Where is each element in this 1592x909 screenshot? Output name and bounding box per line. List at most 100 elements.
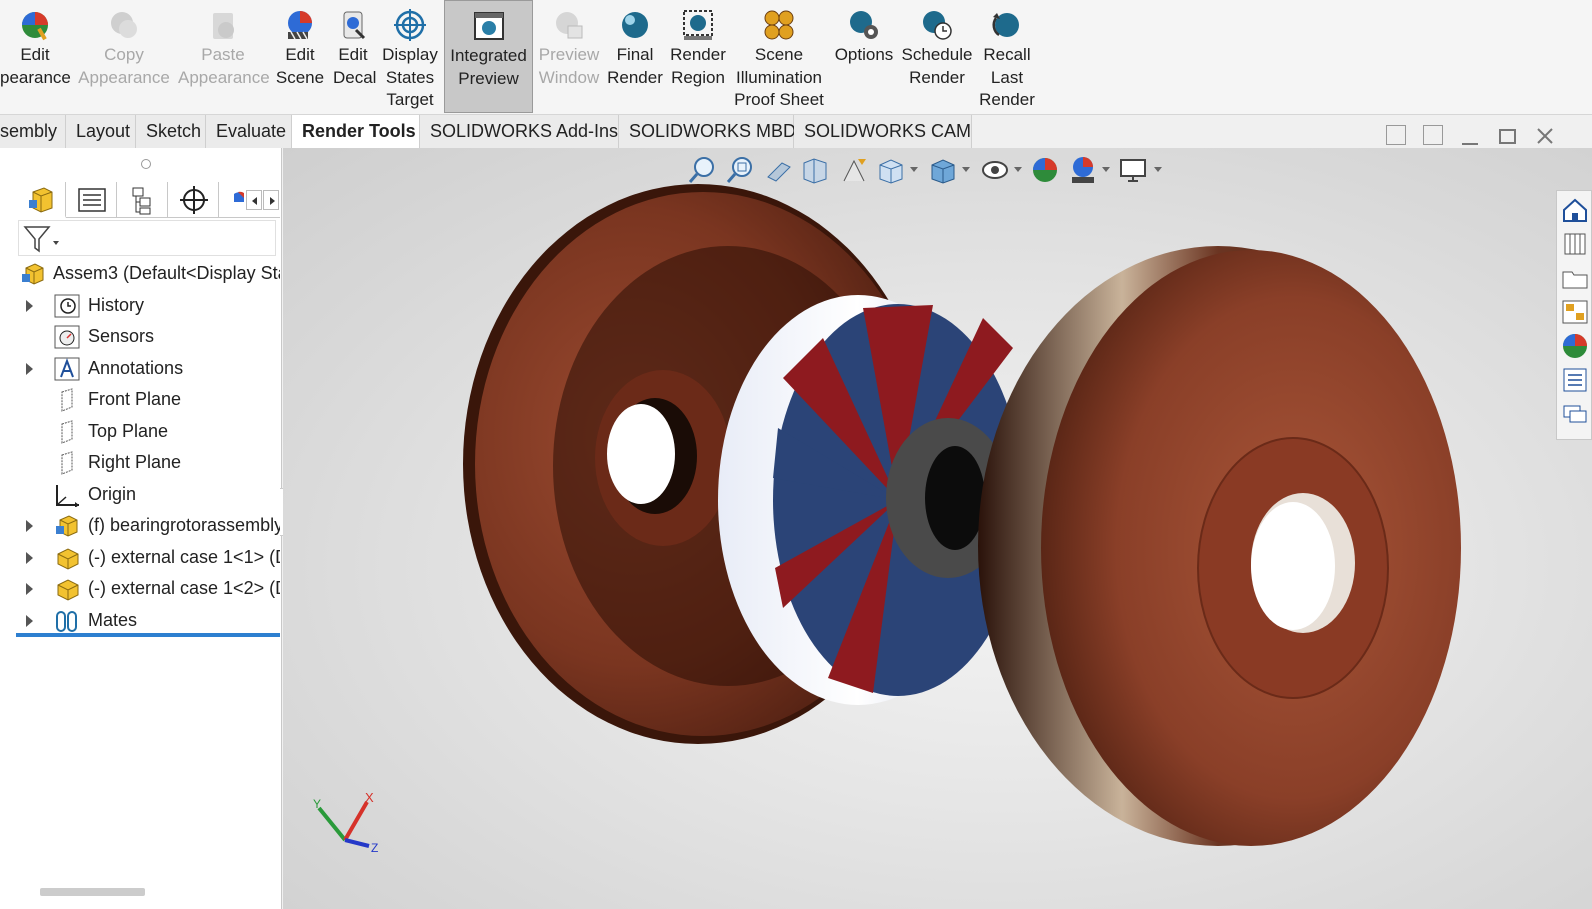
preview-window-icon (552, 8, 586, 42)
edit-decal-icon (336, 8, 370, 42)
tree-item-top-plane[interactable]: Top Plane (16, 416, 280, 447)
edit-scene-icon (283, 8, 317, 42)
preview-window-button[interactable]: Preview Window (537, 0, 601, 113)
tree-item-label: (-) external case 1<1> (D (88, 546, 280, 567)
display-states-target-label-2: States (385, 67, 435, 87)
tree-item-bearingrotorassembly[interactable]: (f) bearingrotorassembly (16, 510, 280, 541)
coordinate-triad: Y X Z (313, 790, 378, 855)
minimize-icon[interactable] (1462, 143, 1478, 145)
display-manager-icon (234, 191, 244, 202)
expand-arrow-icon[interactable] (26, 583, 33, 595)
right-bore (1251, 502, 1335, 630)
render-region-label-2: Region (671, 67, 725, 87)
tab-evaluate[interactable]: Evaluate (206, 115, 292, 148)
appearances-scenes-icon[interactable] (1560, 331, 1590, 361)
tree-item-history[interactable]: History (16, 290, 280, 321)
panel-horizontal-scrollbar[interactable] (40, 888, 145, 896)
tree-root-assem3[interactable]: Assem3 (Default<Display Sta (16, 258, 280, 289)
render-region-button[interactable]: Render Region (668, 0, 728, 113)
scene-illumination-proof-sheet-button[interactable]: Scene Illumination Proof Sheet (733, 0, 825, 113)
configuration-manager-tab[interactable] (118, 182, 168, 218)
custom-properties-icon[interactable] (1560, 365, 1590, 395)
rendered-model[interactable] (283, 148, 1592, 909)
final-render-icon (618, 8, 652, 42)
annotations-icon (54, 357, 80, 381)
graphics-viewport[interactable]: Y X Z (283, 148, 1592, 909)
configuration-manager-icon (132, 187, 151, 215)
schedule-render-icon (920, 8, 954, 42)
tree-item-sensors[interactable]: Sensors (16, 321, 280, 352)
schedule-render-button[interactable]: Schedule Render (901, 0, 973, 113)
tree-item-external-case-1-1[interactable]: (-) external case 1<1> (D (16, 542, 280, 573)
tree-item-mates[interactable]: Mates (16, 605, 280, 636)
display-states-target-button[interactable]: Display States Target (380, 0, 440, 113)
copy-appearance-button[interactable]: Copy Appearance (78, 0, 170, 113)
property-manager-tab[interactable] (67, 182, 117, 218)
paste-appearance-icon (206, 8, 240, 42)
triad-z-axis (344, 838, 370, 848)
view-palette-icon[interactable] (1560, 297, 1590, 327)
triad-x-axis (343, 800, 369, 842)
expand-arrow-icon[interactable] (26, 551, 33, 564)
feature-manager-icon (29, 187, 53, 213)
paste-appearance-button[interactable]: Paste Appearance (178, 0, 270, 113)
tree-item-label: Top Plane (88, 420, 169, 441)
close-icon[interactable] (1535, 126, 1555, 146)
tree-item-origin[interactable]: Origin (16, 479, 280, 510)
restore-icon[interactable] (1499, 129, 1516, 144)
copy-appearance-label: Copy (104, 45, 144, 64)
dimxpert-manager-tab[interactable] (169, 182, 219, 218)
recall-last-render-button[interactable]: Recall Last Render (977, 0, 1037, 113)
edit-scene-button[interactable]: Edit Scene (275, 0, 325, 113)
part-icon (54, 546, 80, 570)
final-render-button[interactable]: Final Render (606, 0, 664, 113)
tree-item-label: (f) bearingrotorassembly (88, 515, 280, 535)
tab-solidworks-add-ins[interactable]: SOLIDWORKS Add-Ins (420, 115, 619, 148)
schedule-render-label: Schedule (901, 45, 973, 64)
tree-filter[interactable] (18, 220, 276, 256)
render-region-icon (681, 8, 715, 42)
expand-arrow-icon[interactable] (26, 614, 33, 627)
tab-layout[interactable]: Layout (66, 115, 136, 148)
tab-render-tools[interactable]: Render Tools (292, 115, 420, 148)
tree-item-right-plane[interactable]: Right Plane (16, 447, 280, 478)
triad-y-label: Y (313, 797, 321, 811)
tab-scroll-left[interactable] (246, 190, 262, 210)
tab-solidworks-cam[interactable]: SOLIDWORKS CAM (794, 115, 972, 148)
tree-item-external-case-1-2[interactable]: (-) external case 1<2> (D (16, 573, 280, 604)
expand-arrow-icon[interactable] (26, 362, 33, 375)
tab-assembly[interactable]: sembly (0, 115, 66, 148)
feature-manager-tab[interactable] (16, 182, 66, 218)
tile-right-icon[interactable] (1423, 125, 1443, 145)
edit-decal-button[interactable]: Edit Decal (333, 0, 376, 113)
tab-scroll-right[interactable] (263, 190, 279, 210)
file-explorer-icon[interactable] (1560, 263, 1590, 293)
forum-icon[interactable] (1560, 399, 1590, 429)
display-manager-tab[interactable] (220, 182, 244, 218)
preview-window-label: Preview (538, 45, 600, 64)
panel-splitter-handle[interactable] (141, 159, 151, 169)
edit-appearance-button[interactable]: Edit pearance (0, 0, 71, 113)
left-bore (607, 404, 675, 504)
scene-illumination-label: Scene (754, 45, 804, 64)
edit-appearance-icon (18, 8, 52, 42)
scene-illumination-label-2: Illumination (736, 67, 822, 87)
integrated-preview-button[interactable]: Integrated Preview (444, 0, 533, 113)
expand-arrow-icon[interactable] (26, 299, 33, 312)
plane-icon (54, 419, 80, 444)
tree-item-front-plane[interactable]: Front Plane (16, 384, 280, 415)
solidworks-resources-icon[interactable] (1560, 195, 1590, 225)
expand-arrow-icon[interactable] (26, 520, 33, 532)
options-button[interactable]: Options (832, 0, 896, 113)
tree-item-label: History (88, 294, 145, 315)
triad-z-label: Z (371, 841, 378, 855)
tab-sketch[interactable]: Sketch (136, 115, 206, 148)
tile-left-icon[interactable] (1386, 125, 1406, 145)
tree-rollback-bar[interactable] (16, 633, 280, 637)
tab-solidworks-mbd[interactable]: SOLIDWORKS MBD (619, 115, 796, 148)
tree-item-annotations[interactable]: Annotations (16, 353, 280, 384)
edit-appearance-label: Edit (20, 45, 50, 64)
feature-manager-panel: Assem3 (Default<Display Sta History Sens… (0, 148, 294, 909)
design-library-icon[interactable] (1560, 229, 1590, 259)
schedule-render-label-2: Render (909, 67, 965, 87)
